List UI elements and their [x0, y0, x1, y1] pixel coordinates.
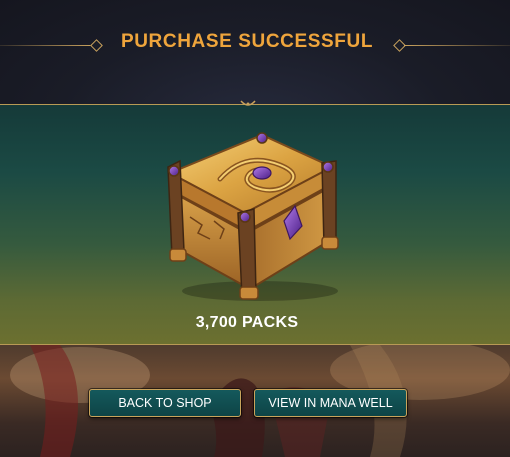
- back-to-shop-button[interactable]: BACK TO SHOP: [89, 389, 241, 417]
- page-title: PURCHASE SUCCESSFUL: [120, 31, 374, 52]
- reward-label: 3,700 PACKS: [195, 314, 299, 331]
- header-divider-right: [404, 45, 510, 46]
- purchase-header: PURCHASE SUCCESSFUL: [0, 0, 510, 104]
- panel-ornament-icon: [240, 100, 256, 106]
- view-in-mana-well-button[interactable]: VIEW IN MANA WELL: [254, 389, 407, 417]
- treasure-chest-icon: [167, 132, 339, 301]
- reward-panel: 3,700 PACKS: [0, 100, 510, 345]
